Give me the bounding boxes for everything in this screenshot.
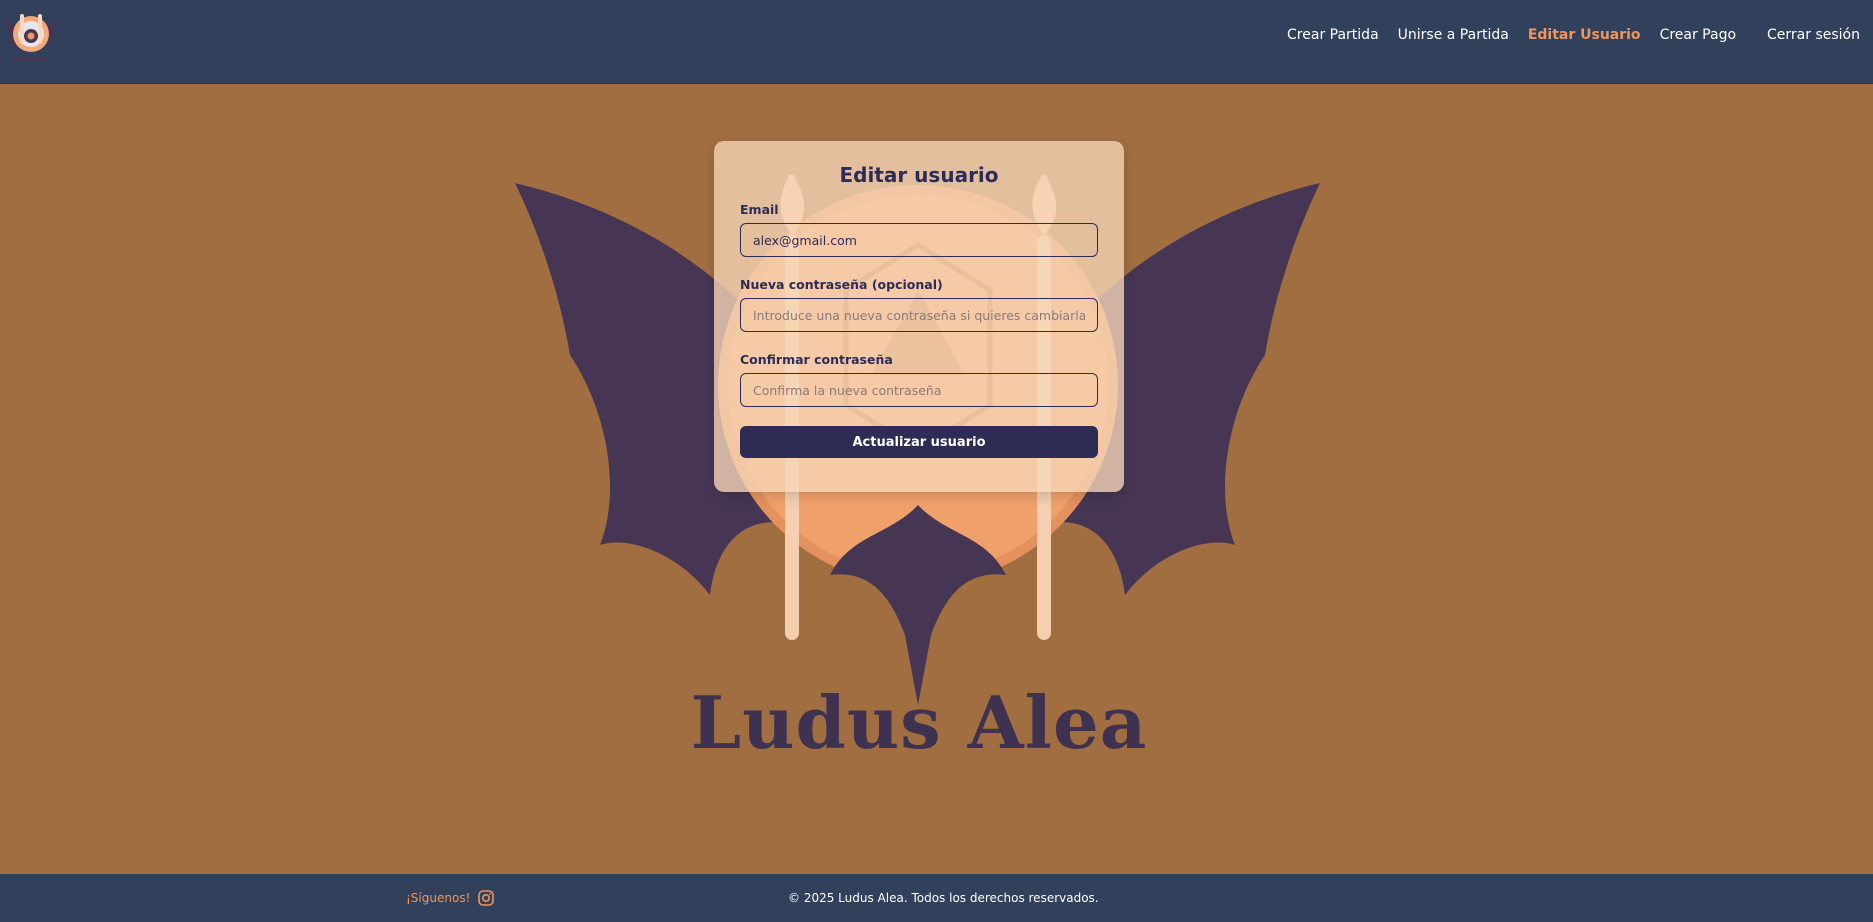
confirm-password-label: Confirmar contraseña: [740, 352, 893, 367]
main-nav: Crear Partida Unirse a Partida Editar Us…: [1268, 0, 1873, 70]
edit-user-card: Editar usuario Email Nueva contraseña (o…: [714, 141, 1124, 492]
password-label: Nueva contraseña (opcional): [740, 277, 943, 292]
follow-us[interactable]: ¡Síguenos!: [406, 890, 495, 906]
card-title: Editar usuario: [839, 163, 999, 187]
nav-cerrar-sesion[interactable]: Cerrar sesión: [1767, 27, 1860, 43]
logo-icon[interactable]: [0, 4, 62, 66]
nav-crear-partida[interactable]: Crear Partida: [1287, 27, 1379, 43]
brand-wordmark: Ludus Alea: [690, 680, 1148, 765]
nav-crear-pago[interactable]: Crear Pago: [1660, 27, 1736, 43]
nav-editar-usuario[interactable]: Editar Usuario: [1528, 27, 1641, 43]
footer: ¡Síguenos! © 2025 Ludus Alea. Todos los …: [0, 874, 1873, 922]
confirm-password-field[interactable]: [740, 373, 1098, 407]
copyright-text: © 2025 Ludus Alea. Todos los derechos re…: [788, 891, 1099, 905]
password-field[interactable]: [740, 298, 1098, 332]
nav-unirse-partida[interactable]: Unirse a Partida: [1398, 27, 1509, 43]
email-label: Email: [740, 202, 779, 217]
email-field[interactable]: [740, 223, 1098, 257]
instagram-icon[interactable]: [478, 890, 495, 906]
follow-label: ¡Síguenos!: [406, 891, 471, 905]
top-navbar: Crear Partida Unirse a Partida Editar Us…: [0, 0, 1873, 84]
update-user-button[interactable]: Actualizar usuario: [740, 426, 1098, 458]
